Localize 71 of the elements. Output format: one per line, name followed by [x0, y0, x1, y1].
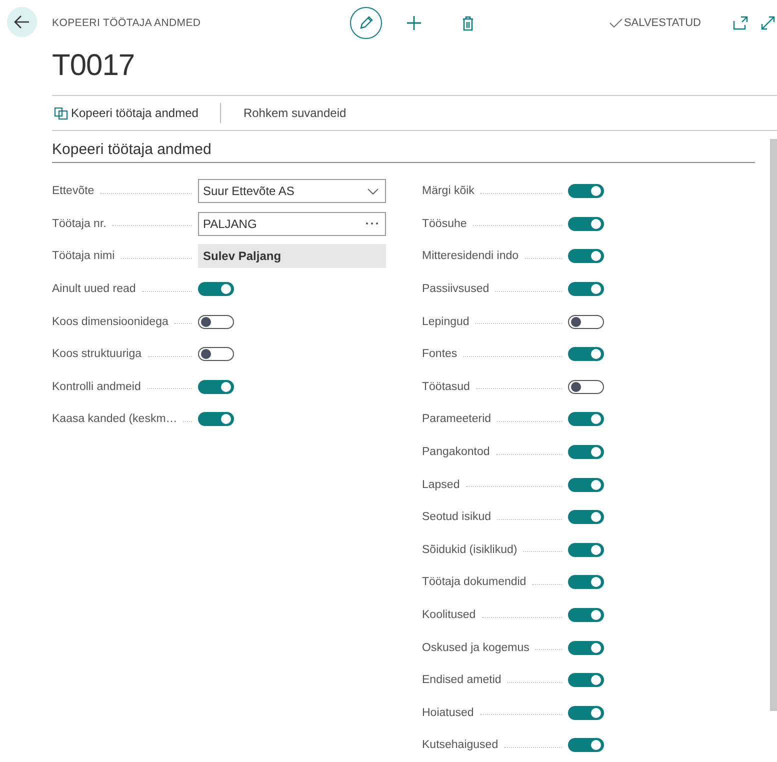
field-label: Parameeterid	[422, 413, 492, 426]
field-label: Kutsehaigused	[422, 739, 498, 752]
field-label: Sõidukid (isiklikud)	[422, 544, 518, 556]
toggle-switch[interactable]	[568, 249, 604, 264]
copy-action-button[interactable]: Kopeeri töötaja andmed	[52, 106, 200, 120]
field-label: Oskused ja kogemus	[422, 642, 530, 654]
field-label: Koos struktuuriga	[52, 348, 142, 360]
edit-button[interactable]	[350, 7, 382, 39]
add-icon[interactable]	[406, 15, 422, 31]
toggle-switch[interactable]	[568, 575, 604, 590]
lookup-field[interactable]: PALJANG	[198, 212, 386, 236]
field-label: Fontes	[422, 348, 458, 360]
chevron-down-icon	[367, 188, 379, 195]
scrollbar[interactable]	[770, 139, 777, 711]
trash-icon[interactable]	[462, 16, 474, 30]
toggle-switch[interactable]	[568, 478, 604, 492]
toggle-switch[interactable]	[568, 216, 604, 231]
field-label: Passiivsused	[422, 283, 490, 296]
toggle-switch[interactable]	[568, 282, 604, 296]
pencil-icon	[358, 15, 374, 31]
toggle-switch[interactable]	[568, 184, 604, 198]
toggle-switch[interactable]	[568, 640, 604, 655]
field-label: Märgi kõik	[422, 185, 474, 198]
toggle-switch[interactable]	[568, 542, 604, 557]
page-caption: KOPEERI TÖÖTAJA ANDMED	[52, 17, 202, 29]
toggle-switch[interactable]	[198, 282, 234, 296]
toggle-switch[interactable]	[198, 314, 234, 329]
toggle-switch[interactable]	[198, 380, 234, 394]
field-label: Ainult uued read	[52, 283, 136, 296]
toggle-switch[interactable]	[568, 608, 604, 622]
name-field: Sulev Paljang	[198, 244, 386, 268]
toggle-switch[interactable]	[568, 412, 604, 426]
toggle-switch[interactable]	[568, 347, 604, 362]
back-arrow-icon	[14, 15, 30, 29]
toggle-switch[interactable]	[568, 510, 604, 524]
section-heading: Kopeeri töötaja andmed	[52, 139, 755, 163]
toggle-switch[interactable]	[568, 738, 604, 752]
field-label: Seotud isikud	[422, 511, 492, 524]
more-icon	[365, 222, 379, 226]
field-label: Lapsed	[422, 478, 460, 491]
dropdown-field[interactable]: Suur Ettevõte AS	[198, 179, 386, 204]
field-label: Ettevõte	[52, 185, 94, 198]
toggle-switch[interactable]	[568, 673, 604, 688]
toggle-switch[interactable]	[198, 412, 234, 426]
copy-icon	[54, 106, 68, 120]
toggle-switch[interactable]	[568, 380, 604, 394]
field-label: Koolitused	[422, 609, 476, 622]
field-label: Töötaja dokumendid	[422, 576, 526, 588]
field-label: Koos dimensioonidega	[52, 316, 168, 328]
toggle-switch[interactable]	[568, 706, 604, 720]
field-label: Töötaja nimi	[52, 250, 115, 262]
field-label: Kaasa kanded (keskm…	[52, 413, 178, 426]
toggle-switch[interactable]	[198, 347, 234, 362]
field-label: Töötaja nr.	[52, 218, 106, 230]
record-title: T0017	[52, 49, 136, 84]
open-in-new-window-icon[interactable]	[733, 16, 749, 30]
toggle-switch[interactable]	[568, 445, 604, 460]
checkmark-icon	[608, 18, 623, 28]
field-label: Hoiatused	[422, 706, 474, 719]
back-button[interactable]	[7, 7, 37, 37]
field-label: Lepingud	[422, 316, 470, 328]
expand-icon[interactable]	[761, 16, 775, 30]
field-label: Kontrolli andmeid	[52, 380, 141, 393]
field-label: Töötasud	[422, 380, 470, 393]
toggle-switch[interactable]	[568, 314, 604, 329]
field-label: Mitteresidendi indo	[422, 250, 519, 262]
saved-status: SALVESTATUD	[624, 17, 701, 29]
field-label: Töösuhe	[422, 218, 467, 230]
field-label: Pangakontod	[422, 446, 490, 458]
more-options-button[interactable]: Rohkem suvandeid	[221, 106, 348, 120]
field-label: Endised ametid	[422, 674, 502, 686]
